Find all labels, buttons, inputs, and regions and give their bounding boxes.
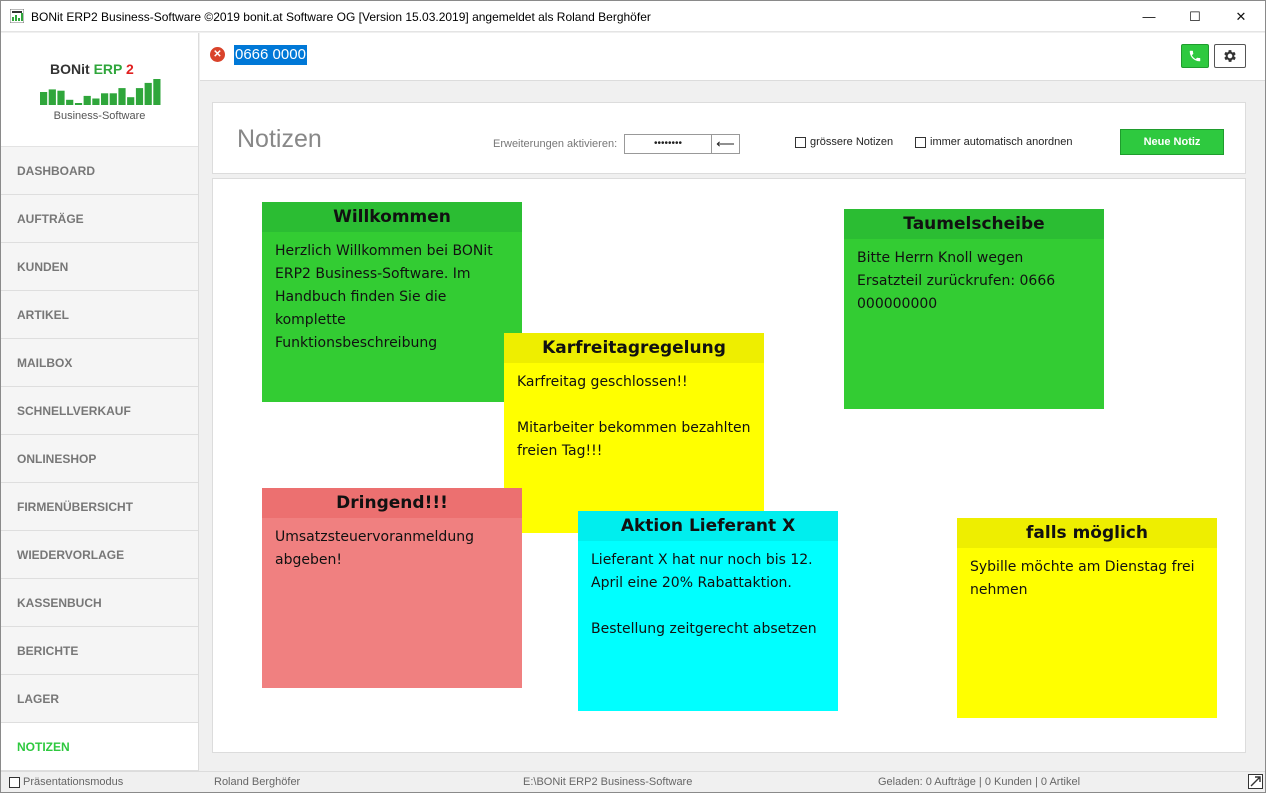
note-taumelscheibe[interactable]: Taumelscheibe Bitte Herrn Knoll wegen Er… [844, 209, 1104, 409]
sidebar-item-firmenübersicht[interactable]: FIRMENÜBERSICHT [1, 483, 198, 531]
note-title: falls möglich [957, 518, 1217, 548]
logo-bar [109, 93, 117, 105]
expand-icon [1250, 776, 1261, 787]
sidebar-item-lager[interactable]: LAGER [1, 675, 198, 723]
app-window: BONit ERP2 Business-Software ©2019 bonit… [0, 0, 1266, 793]
top-bar: ✕ 0666 0000 [200, 33, 1265, 81]
logo-erp: ERP [93, 61, 123, 77]
logo-bar [135, 88, 144, 105]
logo-bar [57, 90, 65, 105]
logo-bar [74, 103, 83, 105]
note-body: Lieferant X hat nur noch bis 12. April e… [591, 552, 817, 637]
note-title: Karfreitagregelung [504, 333, 764, 363]
note-willkommen[interactable]: Willkommen Herzlich Willkommen bei BONit… [262, 202, 522, 402]
logo-title: BONit ERP 2 [50, 61, 134, 77]
logo-subtitle: Business-Software [53, 110, 146, 122]
notes-header: Notizen Erweiterungen aktivieren: ••••••… [212, 102, 1246, 174]
note-karfreitagregelung[interactable]: Karfreitagregelung Karfreitag geschlosse… [504, 333, 764, 533]
note-title: Taumelscheibe [844, 209, 1104, 239]
logo-bar [48, 89, 56, 105]
presentation-mode-label: Präsentationsmodus [23, 776, 124, 788]
auto-arrange-checkbox[interactable]: immer automatisch anordnen [915, 136, 1072, 148]
status-loaded: Geladen: 0 Aufträge | 0 Kunden | 0 Artik… [878, 776, 1081, 788]
note-title: Dringend!!! [262, 488, 522, 518]
sidebar-item-notizen[interactable]: NOTIZEN [1, 723, 198, 771]
note-title: Willkommen [262, 202, 522, 232]
bigger-notes-label: grössere Notizen [810, 136, 894, 148]
page-title: Notizen [237, 125, 322, 153]
logo-bar [101, 93, 109, 105]
presentation-mode-checkbox[interactable] [9, 777, 20, 788]
note-falls-moeglich[interactable]: falls möglich Sybille möchte am Dienstag… [957, 518, 1217, 718]
maximize-button[interactable]: ☐ [1172, 1, 1218, 32]
sidebar-item-onlineshop[interactable]: ONLINESHOP [1, 435, 198, 483]
sidebar-nav: DASHBOARD AUFTRÄGE KUNDEN ARTIKEL MAILBOX SCH… [1, 147, 198, 771]
call-button[interactable] [1181, 44, 1209, 68]
close-circle-icon[interactable]: ✕ [210, 47, 225, 62]
status-path: E:\BONit ERP2 Business-Software [523, 776, 693, 788]
window-title: BONit ERP2 Business-Software ©2019 bonit… [31, 10, 651, 24]
sidebar-item-wiedervorlage[interactable]: WIEDERVORLAGE [1, 531, 198, 579]
note-body: Umsatzsteuervoranmeldung abgeben! [275, 529, 479, 568]
fullscreen-toggle-button[interactable] [1248, 774, 1263, 789]
logo-bar [144, 82, 152, 105]
title-bar: BONit ERP2 Business-Software ©2019 bonit… [1, 1, 1265, 32]
logo-bar [153, 79, 161, 105]
phone-number-field[interactable]: 0666 0000 [234, 45, 307, 65]
note-body: Karfreitag geschlossen!! Mitarbeiter bek… [517, 374, 751, 459]
note-body: Bitte Herrn Knoll wegen Ersatzteil zurüc… [857, 250, 1060, 312]
note-title: Aktion Lieferant X [578, 511, 838, 541]
sidebar-item-berichte[interactable]: BERICHTE [1, 627, 198, 675]
logo-bar [83, 95, 91, 105]
logo-bar [127, 97, 135, 105]
logo-num: 2 [126, 61, 134, 77]
extensions-label: Erweiterungen aktivieren: [493, 138, 618, 150]
logo: BONit ERP 2 Business-Software [1, 33, 198, 147]
settings-button[interactable] [1214, 44, 1246, 68]
gear-icon [1224, 50, 1236, 62]
minimize-button[interactable]: — [1126, 1, 1172, 32]
sidebar-item-artikel[interactable]: ARTIKEL [1, 291, 198, 339]
sidebar-item-kassenbuch[interactable]: KASSENBUCH [1, 579, 198, 627]
sidebar: BONit ERP 2 Business-Software DASHBOARD A… [1, 33, 199, 772]
bigger-notes-checkbox[interactable]: grössere Notizen [795, 136, 893, 148]
sidebar-item-dashboard[interactable]: DASHBOARD [1, 147, 198, 195]
logo-bars-graphic [40, 79, 161, 105]
extensions-password-input[interactable]: •••••••• [624, 134, 712, 154]
app-icon [10, 9, 24, 23]
note-body: Sybille möchte am Dienstag frei nehmen [970, 559, 1199, 598]
checkbox-box[interactable] [915, 136, 926, 148]
logo-name: BONit [50, 61, 90, 77]
notes-board: Willkommen Herzlich Willkommen bei BONit… [212, 178, 1246, 753]
note-aktion-lieferant-x[interactable]: Aktion Lieferant X Lieferant X hat nur n… [578, 511, 838, 711]
note-body: Herzlich Willkommen bei BONit ERP2 Busin… [275, 243, 498, 351]
status-user: Roland Berghöfer [214, 776, 301, 788]
phone-icon [1189, 50, 1201, 62]
sidebar-item-kunden[interactable]: KUNDEN [1, 243, 198, 291]
logo-bar [40, 92, 48, 105]
sidebar-item-schnellverkauf[interactable]: SCHNELLVERKAUF [1, 387, 198, 435]
logo-bar [118, 88, 126, 105]
checkbox-box[interactable] [795, 136, 806, 148]
sidebar-item-mailbox[interactable]: MAILBOX [1, 339, 198, 387]
auto-arrange-label: immer automatisch anordnen [930, 136, 1073, 148]
sidebar-item-aufträge[interactable]: AUFTRÄGE [1, 195, 198, 243]
note-dringend[interactable]: Dringend!!! Umsatzsteuervoranmeldung abg… [262, 488, 522, 688]
status-bar: Präsentationsmodus Roland Berghöfer E:\B… [1, 771, 1265, 792]
close-button[interactable]: ✕ [1218, 1, 1264, 32]
extensions-submit-button[interactable]: ⟵ [711, 134, 740, 154]
logo-bar [66, 99, 74, 105]
new-note-button[interactable]: Neue Notiz [1120, 129, 1224, 155]
logo-bar [92, 98, 100, 105]
